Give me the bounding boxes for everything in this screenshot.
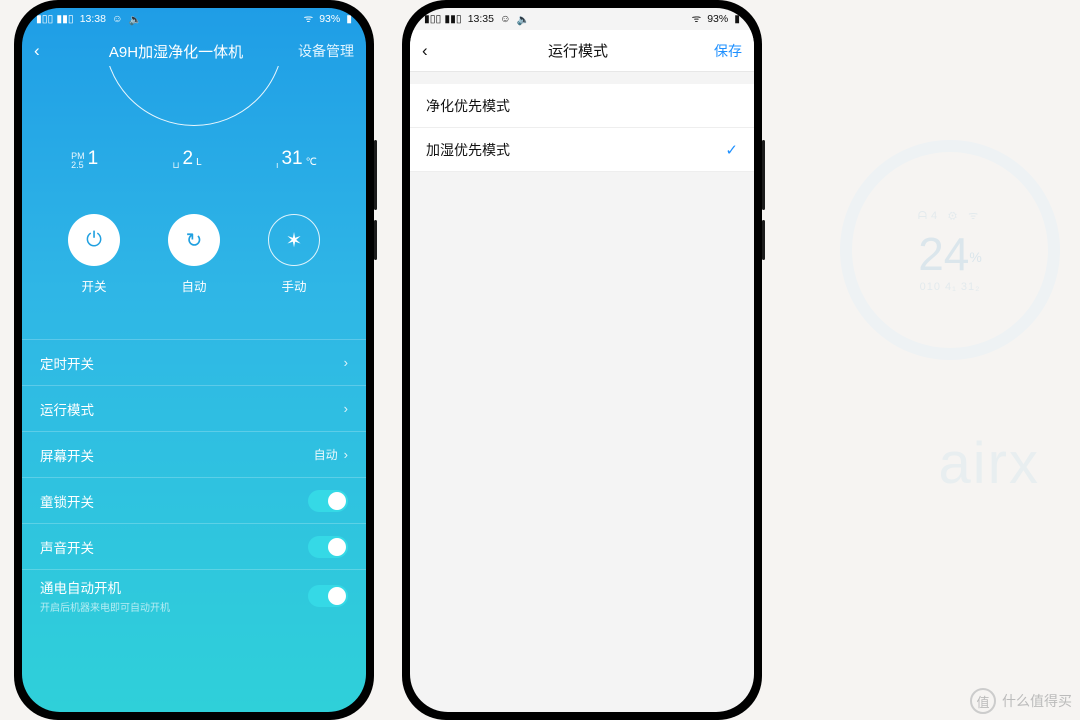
mode-label: 开关 bbox=[81, 276, 106, 295]
water-value: 2 bbox=[183, 148, 194, 170]
chevron-right-icon: › bbox=[344, 355, 348, 370]
mode-manual[interactable]: ✶ 手动 bbox=[268, 214, 320, 295]
battery-icon: ▮ bbox=[734, 13, 740, 25]
wechat-icon: ☺ bbox=[500, 13, 511, 25]
fan-icon: ✶ bbox=[268, 214, 320, 266]
save-button[interactable]: 保存 bbox=[714, 41, 742, 61]
status-bar: ▮▯▯ ▮▮▯ 13:38 ☺ 🔈 ᯤ 93% ▮ bbox=[22, 8, 366, 30]
reading-temp: ı 31 ℃ bbox=[276, 148, 317, 170]
pm25-value: 1 bbox=[88, 148, 99, 170]
background-device: ᗩ4 ⚙ ᯤ 24% 010 4₁ 31₂ bbox=[780, 70, 1080, 690]
watermark: 值 什么值得买 bbox=[970, 688, 1072, 714]
mode-label: 自动 bbox=[181, 276, 206, 295]
signal-icon: ▮▯▯ bbox=[36, 13, 53, 25]
dial-subreadings: 010 4₁ 31₂ bbox=[920, 281, 981, 293]
humidity-gauge: 室内湿度 -干燥 ᗩ ᗩ ᗩ ᗩ bbox=[22, 66, 366, 126]
row-timer[interactable]: 定时开关 › bbox=[22, 339, 366, 385]
child-lock-toggle[interactable] bbox=[308, 490, 348, 512]
back-button[interactable]: ‹ bbox=[422, 41, 442, 61]
battery-icon: ▮ bbox=[346, 13, 352, 25]
row-screen[interactable]: 屏幕开关 自动 › bbox=[22, 431, 366, 477]
temp-icon: ı bbox=[276, 161, 279, 170]
mode-option-list: 净化优先模式 加湿优先模式 ✓ bbox=[410, 84, 754, 172]
check-icon: ✓ bbox=[725, 141, 738, 159]
mode-buttons: ⏻ 开关 ↻ 自动 ✶ 手动 bbox=[44, 214, 344, 295]
auto-icon: ↻ bbox=[168, 214, 220, 266]
temp-value: 31 bbox=[281, 148, 302, 170]
device-dial: ᗩ4 ⚙ ᯤ 24% 010 4₁ 31₂ bbox=[840, 140, 1060, 360]
row-auto-on: 通电自动开机 开启后机器来电即可自动开机 bbox=[22, 569, 366, 621]
row-value: 自动 bbox=[314, 446, 338, 463]
status-bar: ▮▯▯ ▮▮▯ 13:35 ☺ 🔈 ᯤ 93% ▮ bbox=[410, 8, 754, 30]
power-icon: ⏻ bbox=[68, 214, 120, 266]
chevron-right-icon: › bbox=[344, 447, 348, 462]
pm25-label: PM 2.5 bbox=[71, 152, 85, 170]
chevron-right-icon: › bbox=[344, 401, 348, 416]
status-time: 13:38 bbox=[80, 13, 106, 25]
brand-logo: airx bbox=[939, 430, 1040, 497]
watermark-text: 什么值得买 bbox=[1002, 691, 1072, 711]
signal-icon: ▮▮▯ bbox=[56, 13, 73, 25]
row-subtitle: 开启后机器来电即可自动开机 bbox=[40, 599, 308, 614]
phone-frame-left: ▮▯▯ ▮▮▯ 13:38 ☺ 🔈 ᯤ 93% ▮ ‹ A9H加湿净化一体机 设… bbox=[14, 0, 374, 720]
nav-title: A9H加湿净化一体机 bbox=[54, 41, 298, 62]
reading-pm25: PM 2.5 1 bbox=[71, 148, 98, 170]
mode-label: 手动 bbox=[281, 276, 306, 295]
reading-water: ⊔ 2 L bbox=[173, 148, 202, 170]
mode-auto[interactable]: ↻ 自动 bbox=[168, 214, 220, 295]
water-icon: ⊔ bbox=[173, 161, 180, 170]
signal-icon: ▮▯▯ bbox=[424, 13, 441, 25]
nav-bar: ‹ 运行模式 保存 bbox=[410, 30, 754, 72]
row-sound: 声音开关 bbox=[22, 523, 366, 569]
sound-toggle[interactable] bbox=[308, 536, 348, 558]
status-time: 13:35 bbox=[468, 13, 494, 25]
wechat-icon: ☺ bbox=[112, 13, 123, 25]
wifi-icon: ᯤ bbox=[692, 12, 702, 26]
screen-run-mode: ▮▯▯ ▮▮▯ 13:35 ☺ 🔈 ᯤ 93% ▮ ‹ 运行模式 保存 净化优先… bbox=[410, 8, 754, 712]
option-humidify-first[interactable]: 加湿优先模式 ✓ bbox=[410, 128, 754, 172]
battery-percent: 93% bbox=[707, 13, 728, 25]
back-button[interactable]: ‹ bbox=[34, 41, 54, 61]
dial-value: 24% bbox=[918, 227, 982, 281]
readings-row: PM 2.5 1 ⊔ 2 L ı 31 ℃ bbox=[34, 148, 354, 170]
nav-title: 运行模式 bbox=[442, 40, 714, 61]
settings-list: 定时开关 › 运行模式 › 屏幕开关 自动 › 童锁开关 声音开关 bbox=[22, 339, 366, 621]
volume-icon: 🔈 bbox=[517, 13, 530, 26]
mode-power[interactable]: ⏻ 开关 bbox=[68, 214, 120, 295]
signal-icon: ▮▮▯ bbox=[444, 13, 461, 25]
volume-icon: 🔈 bbox=[129, 13, 142, 26]
dial-icons-row: ᗩ4 ⚙ ᯤ bbox=[918, 208, 982, 223]
battery-percent: 93% bbox=[319, 13, 340, 25]
row-child-lock: 童锁开关 bbox=[22, 477, 366, 523]
phone-frame-right: ▮▯▯ ▮▮▯ 13:35 ☺ 🔈 ᯤ 93% ▮ ‹ 运行模式 保存 净化优先… bbox=[402, 0, 762, 720]
device-manage-button[interactable]: 设备管理 bbox=[298, 41, 354, 61]
row-run-mode[interactable]: 运行模式 › bbox=[22, 385, 366, 431]
screen-device-control: ▮▯▯ ▮▮▯ 13:38 ☺ 🔈 ᯤ 93% ▮ ‹ A9H加湿净化一体机 设… bbox=[22, 8, 366, 712]
wifi-icon: ᯤ bbox=[304, 12, 314, 26]
watermark-badge: 值 bbox=[970, 688, 996, 714]
auto-on-toggle[interactable] bbox=[308, 585, 348, 607]
water-unit: L bbox=[196, 157, 202, 168]
option-purify-first[interactable]: 净化优先模式 bbox=[410, 84, 754, 128]
temp-unit: ℃ bbox=[306, 157, 317, 168]
